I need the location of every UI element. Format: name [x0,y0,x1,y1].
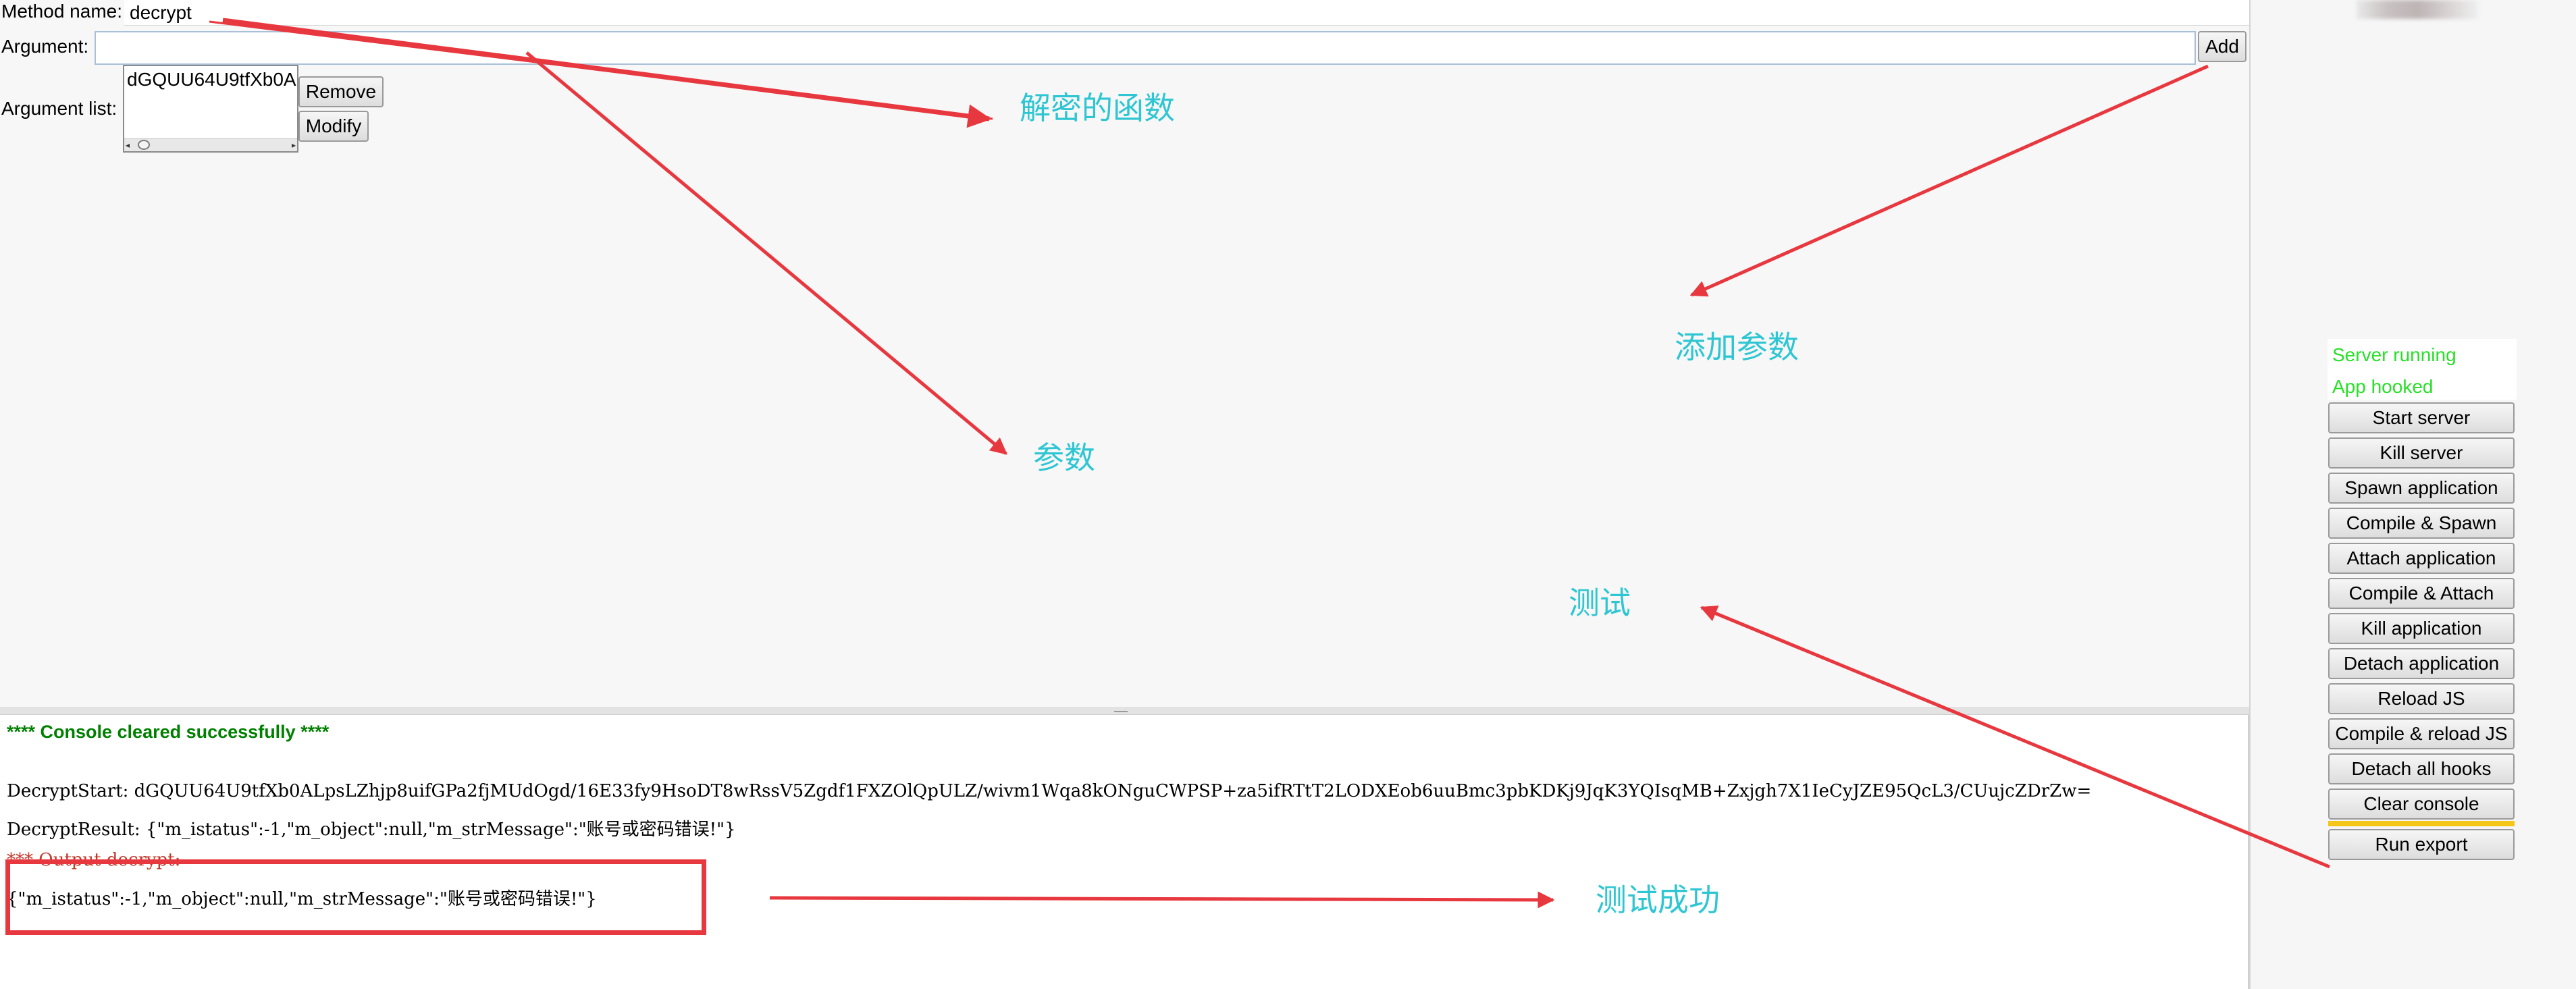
compile-attach-button[interactable]: Compile & Attach [2328,578,2515,609]
clear-console-button[interactable]: Clear console [2328,788,2515,820]
argument-list-label: Argument list: [1,98,117,119]
note-parameter: 参数 [1033,439,1095,476]
console-output [0,714,2249,989]
app-status: App hooked [2332,376,2434,397]
note-add-parameter: 添加参数 [1675,329,1799,365]
result-highlight-box [5,859,706,935]
argument-list-scrollbar[interactable]: ◂ ▸ [124,138,297,151]
argument-list[interactable]: dGQUU64U9tfXb0A ◂ ▸ [123,65,298,153]
scroll-left-icon[interactable]: ◂ [126,139,130,151]
console-decrypt-start: DecryptStart: dGQUU64U9tfXb0ALpsLZhjp8ui… [7,781,2092,801]
avatar [2357,0,2478,19]
argument-input[interactable] [95,31,2196,65]
main-area: Method name: decrypt Argument: Add Argum… [0,0,2249,989]
method-name-label: Method name: [1,1,122,22]
reload-js-button[interactable]: Reload JS [2328,683,2515,714]
spawn-application-button[interactable]: Spawn application [2328,473,2515,504]
clear-console-focus-bar [2328,821,2515,826]
attach-application-button[interactable]: Attach application [2328,543,2515,574]
detach-application-button[interactable]: Detach application [2328,648,2515,679]
note-decrypt-function: 解密的函数 [1020,90,1175,126]
server-status: Server running [2332,344,2456,365]
modify-button[interactable]: Modify [298,111,369,142]
run-export-button[interactable]: Run export [2328,829,2515,860]
start-server-button[interactable]: Start server [2328,402,2515,433]
note-test-success: 测试成功 [1596,882,1720,918]
kill-application-button[interactable]: Kill application [2328,613,2515,644]
splitter-grip-icon[interactable] [1114,711,1128,712]
kill-server-button[interactable]: Kill server [2328,437,2515,469]
method-name-field[interactable]: decrypt [124,0,2249,26]
scroll-right-icon[interactable]: ▸ [292,139,296,151]
add-button[interactable]: Add [2198,31,2246,62]
argument-list-item[interactable]: dGQUU64U9tfXb0A [127,69,296,90]
console-cleared-message: **** Console cleared successfully **** [7,722,330,742]
note-test: 测试 [1569,585,1631,621]
compile-reload-js-button[interactable]: Compile & reload JS [2328,718,2515,749]
scroll-thumb[interactable] [138,140,150,150]
remove-button[interactable]: Remove [298,76,384,107]
console-decrypt-result: DecryptResult: {"m_istatus":-1,"m_object… [7,820,736,840]
compile-spawn-button[interactable]: Compile & Spawn [2328,508,2515,539]
argument-label: Argument: [1,36,89,57]
detach-all-hooks-button[interactable]: Detach all hooks [2328,753,2515,784]
